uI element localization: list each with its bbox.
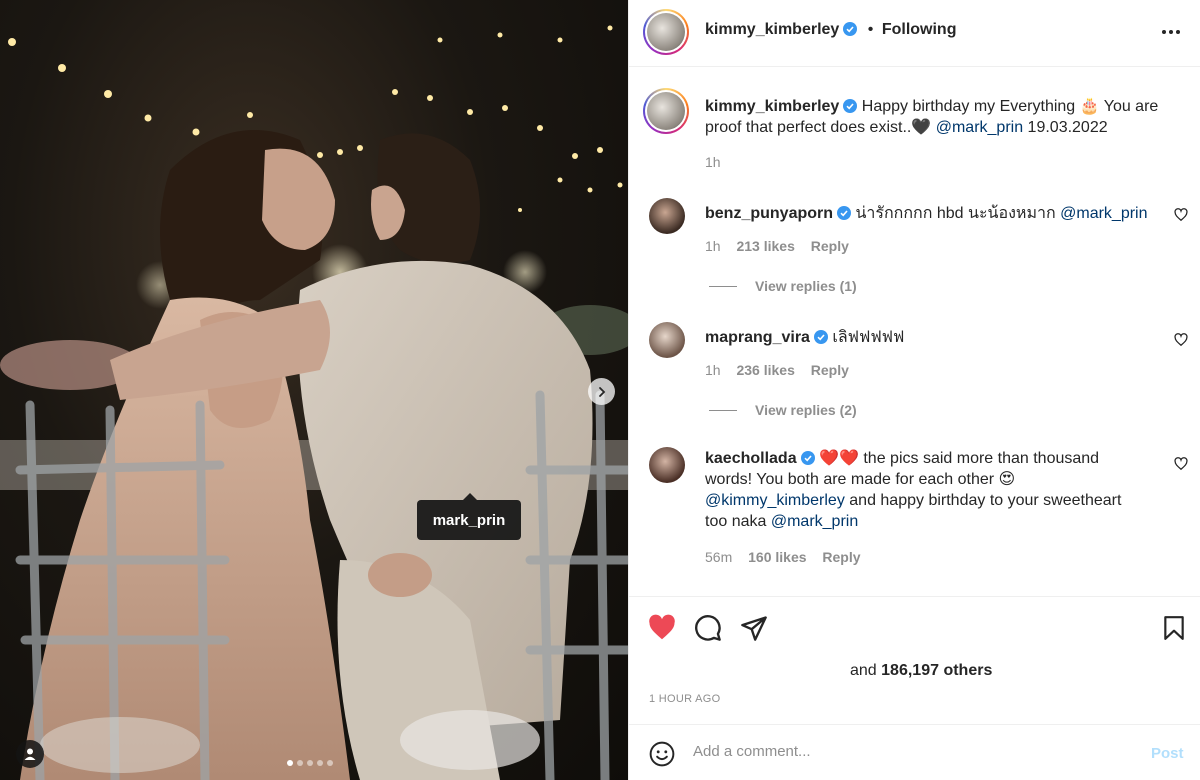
caption-text: Happy birthday my Everything xyxy=(861,98,1076,115)
comment-time[interactable]: 56m xyxy=(705,549,732,565)
comment-text: น่ารักกกกก hbd นะน้องหมาก xyxy=(855,205,1056,222)
view-replies-button[interactable]: View replies (1) xyxy=(755,278,857,294)
reply-button[interactable]: Reply xyxy=(811,362,849,378)
author-avatar[interactable] xyxy=(643,9,689,55)
cake-emoji: 🎂 xyxy=(1079,98,1100,115)
comment-username[interactable]: maprang_vira xyxy=(705,329,810,346)
comment-likes[interactable]: 160 likes xyxy=(748,549,806,565)
comment-mention[interactable]: @kimmy_kimberley xyxy=(705,492,845,509)
heart-eyes-emoji: 😍 xyxy=(998,471,1016,488)
more-horizontal-icon xyxy=(1162,30,1180,34)
verified-badge-icon xyxy=(837,206,852,220)
verified-badge-icon xyxy=(843,99,858,113)
photo-scene xyxy=(0,25,628,780)
post-modal: mark_prin kimmy_kimberley • Following ki… xyxy=(0,0,1200,780)
comment-mention[interactable]: @mark_prin xyxy=(771,513,858,530)
comment-time[interactable]: 1h xyxy=(705,362,721,378)
post-timestamp[interactable]: 1 HOUR AGO xyxy=(649,693,720,705)
caption-username[interactable]: kimmy_kimberley xyxy=(705,98,839,115)
reply-button[interactable]: Reply xyxy=(822,549,860,565)
more-options-button[interactable] xyxy=(1160,20,1182,48)
heart-filled-icon[interactable] xyxy=(647,613,677,643)
likes-prefix: and xyxy=(850,662,877,679)
comment-username[interactable]: kaechollada xyxy=(705,450,797,467)
comment-likes[interactable]: 236 likes xyxy=(736,362,794,378)
verified-badge-icon xyxy=(813,330,828,344)
caption-mention[interactable]: @mark_prin xyxy=(936,119,1023,136)
paper-plane-icon[interactable] xyxy=(740,614,768,642)
likes-summary[interactable]: and 186,197 others xyxy=(850,662,992,680)
post-comment-button[interactable]: Post xyxy=(1151,745,1184,762)
comment-bubble-icon[interactable] xyxy=(694,614,722,642)
comment-time[interactable]: 1h xyxy=(705,238,721,254)
carousel-dot xyxy=(307,760,313,766)
view-replies-button[interactable]: View replies (2) xyxy=(755,402,857,418)
caption-text: proof that perfect does exist.. xyxy=(705,119,912,136)
comment-body: benz_punyaporn น่ารักกกกก hbd นะน้องหมาก… xyxy=(705,201,1148,226)
comment-avatar[interactable] xyxy=(649,447,685,483)
replies-divider xyxy=(709,286,737,287)
post-photo[interactable]: mark_prin xyxy=(0,0,628,780)
carousel-dot xyxy=(327,760,333,766)
caption-date: 19.03.2022 xyxy=(1027,119,1108,136)
comment-composer: Post xyxy=(629,724,1200,780)
comment-input[interactable] xyxy=(693,743,1133,760)
smiley-icon[interactable] xyxy=(649,741,675,767)
author-line: kimmy_kimberley • Following xyxy=(705,21,956,39)
comment-text: words! You both are made for each other xyxy=(705,471,995,488)
chevron-right-icon xyxy=(598,386,605,397)
hearts-emoji: ❤️❤️ xyxy=(819,450,859,467)
comment-text: and happy birthday to your sweetheart xyxy=(849,492,1122,509)
comment-like-icon[interactable] xyxy=(1174,333,1188,347)
replies-divider xyxy=(709,410,737,411)
comment-body: kaechollada ❤️❤️ the pics said more than… xyxy=(705,448,1121,532)
follow-status-button[interactable]: Following xyxy=(882,21,957,38)
verified-badge-icon xyxy=(843,22,858,36)
comment-meta: 1h 213 likes Reply xyxy=(705,238,849,254)
black-heart-emoji: 🖤 xyxy=(911,119,932,136)
comment-avatar[interactable] xyxy=(649,322,685,358)
likes-count[interactable]: 186,197 others xyxy=(881,662,992,679)
photo-tag-label: mark_prin xyxy=(432,511,506,529)
reply-button[interactable]: Reply xyxy=(811,238,849,254)
header-separator: • xyxy=(867,21,874,38)
carousel-dots xyxy=(287,760,333,766)
caption: kimmy_kimberley Happy birthday my Everyt… xyxy=(705,96,1158,138)
author-username[interactable]: kimmy_kimberley xyxy=(705,21,839,38)
person-icon xyxy=(24,748,36,760)
comment-mention[interactable]: @mark_prin xyxy=(1060,205,1147,222)
caption-text: You are xyxy=(1103,98,1159,115)
comment-body: maprang_vira เลิฟฟฟฟฟ xyxy=(705,325,904,350)
carousel-dot xyxy=(287,760,293,766)
comment-like-icon[interactable] xyxy=(1174,457,1188,471)
comment-meta: 56m 160 likes Reply xyxy=(705,549,861,565)
post-header: kimmy_kimberley • Following xyxy=(629,0,1200,67)
comment-likes[interactable]: 213 likes xyxy=(736,238,794,254)
comment-avatar[interactable] xyxy=(649,198,685,234)
comment-text: too naka xyxy=(705,513,767,530)
caption-time[interactable]: 1h xyxy=(705,154,721,170)
bookmark-icon[interactable] xyxy=(1161,614,1187,642)
comment-meta: 1h 236 likes Reply xyxy=(705,362,849,378)
carousel-next-button[interactable] xyxy=(588,378,615,405)
comment-text: เลิฟฟฟฟฟ xyxy=(832,329,905,346)
verified-badge-icon xyxy=(800,451,815,465)
carousel-dot xyxy=(317,760,323,766)
comment-username[interactable]: benz_punyaporn xyxy=(705,205,833,222)
tagged-users-button[interactable] xyxy=(16,740,44,768)
comment-text: the pics said more than thousand xyxy=(863,450,1100,467)
post-side-panel: kimmy_kimberley • Following kimmy_kimber… xyxy=(628,0,1200,780)
caption-avatar[interactable] xyxy=(643,88,689,134)
carousel-dot xyxy=(297,760,303,766)
photo-tag-tooltip[interactable]: mark_prin xyxy=(417,493,521,540)
comment-like-icon[interactable] xyxy=(1174,208,1188,222)
